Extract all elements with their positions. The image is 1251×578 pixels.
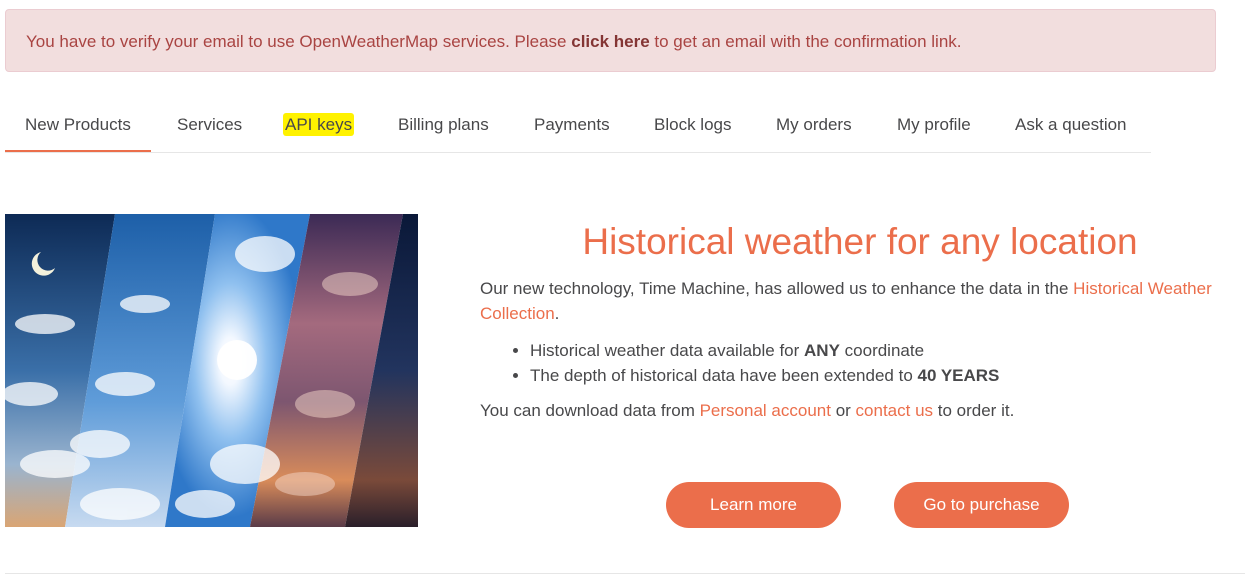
tab-label: API keys: [283, 113, 355, 136]
tab-label: Payments: [534, 115, 610, 134]
tab-label: Services: [177, 115, 243, 134]
feature-list: Historical weather data available for AN…: [480, 338, 1240, 388]
learn-more-button[interactable]: Learn more: [666, 482, 841, 528]
alert-text-start: You have to verify your email to use Ope…: [26, 32, 572, 51]
bullet-bold: ANY: [804, 341, 840, 360]
download-text-end: to order it.: [933, 401, 1015, 420]
tab-api-keys[interactable]: API keys: [283, 100, 355, 152]
download-info: You can download data from Personal acco…: [480, 398, 1240, 423]
sky-collage-image: [5, 214, 418, 527]
tab-my-profile[interactable]: My profile: [897, 100, 971, 152]
alert-text-end: to get an email with the confirmation li…: [649, 32, 962, 51]
intro-end: .: [554, 304, 560, 323]
verify-email-alert: You have to verify your email to use Ope…: [5, 9, 1216, 72]
intro-text: Our new technology, Time Machine, has al…: [480, 279, 1074, 298]
tab-label: My orders: [776, 115, 852, 134]
bullet-text: Historical weather data available for: [530, 341, 805, 360]
tab-label: Ask a question: [1015, 115, 1127, 134]
historical-weather-promo: Historical weather for any location Our …: [480, 214, 1240, 423]
tab-payments[interactable]: Payments: [534, 100, 610, 152]
personal-account-link[interactable]: Personal account: [700, 401, 831, 420]
list-item: Historical weather data available for AN…: [530, 338, 1240, 363]
download-text-or: or: [830, 401, 856, 420]
click-here-link[interactable]: click here: [571, 32, 649, 51]
contact-us-link[interactable]: contact us: [856, 401, 934, 420]
account-nav-tabs: New Products Services API keys Billing p…: [5, 100, 1151, 153]
tab-label: Billing plans: [398, 115, 489, 134]
promo-intro: Our new technology, Time Machine, has al…: [480, 276, 1240, 326]
promo-title: Historical weather for any location: [582, 221, 1138, 262]
bullet-bold: 40 YEARS: [917, 366, 1000, 385]
tab-label: Block logs: [654, 115, 732, 134]
tab-billing-plans[interactable]: Billing plans: [398, 100, 489, 152]
bullet-text: coordinate: [839, 341, 925, 360]
tab-new-products[interactable]: New Products: [5, 100, 151, 152]
tab-label: New Products: [25, 115, 131, 134]
tab-ask-a-question[interactable]: Ask a question: [1015, 100, 1127, 152]
tab-label: My profile: [897, 115, 971, 134]
download-text: You can download data from: [480, 401, 700, 420]
section-divider: [5, 573, 1245, 574]
list-item: The depth of historical data have been e…: [530, 363, 1240, 388]
tab-services[interactable]: Services: [177, 100, 242, 152]
go-to-purchase-button[interactable]: Go to purchase: [894, 482, 1069, 528]
tab-block-logs[interactable]: Block logs: [654, 100, 731, 152]
bullet-text: The depth of historical data have been e…: [530, 366, 918, 385]
tab-my-orders[interactable]: My orders: [776, 100, 852, 152]
